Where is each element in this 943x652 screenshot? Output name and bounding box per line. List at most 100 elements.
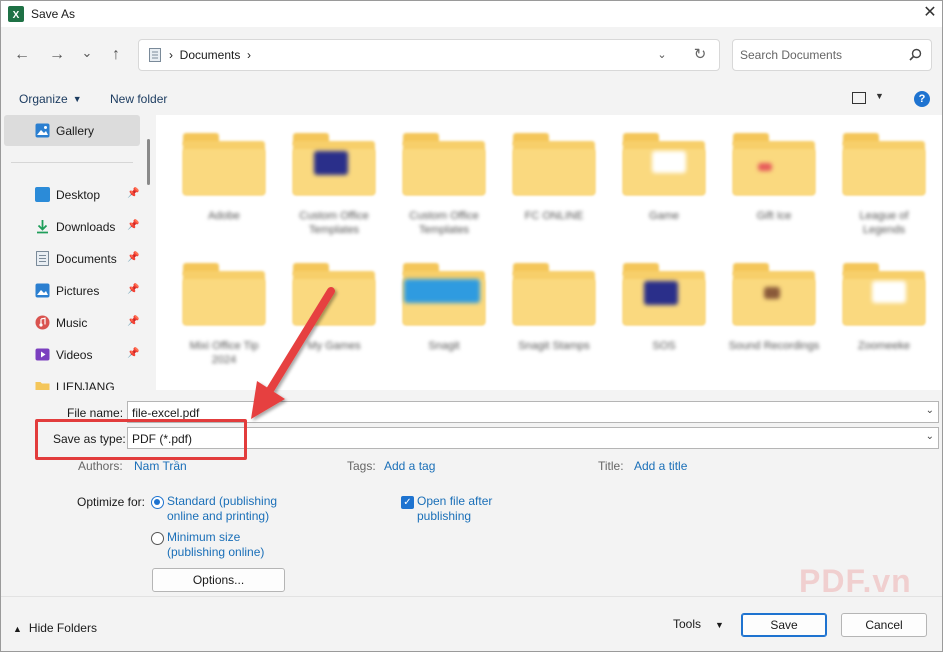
cancel-button[interactable]: Cancel bbox=[841, 613, 927, 637]
folder-item[interactable]: Mixi Office Tip 2024 bbox=[178, 259, 270, 379]
folder-thumbnail bbox=[404, 279, 480, 303]
svg-text:X: X bbox=[13, 10, 20, 21]
folder-item[interactable]: Game bbox=[618, 129, 710, 249]
back-arrow-icon[interactable]: ← bbox=[13, 46, 31, 64]
pin-icon[interactable]: 📌 bbox=[127, 220, 139, 231]
navigation-pane: Gallery Desktop 📌 Downloads 📌 Documents … bbox=[1, 115, 156, 390]
add-title-link[interactable]: Add a title bbox=[634, 459, 687, 473]
open-after-publishing-option[interactable]: Open file after publishing bbox=[417, 494, 492, 524]
optimize-minimum-option[interactable]: Minimum size (publishing online) bbox=[167, 530, 264, 560]
optimize-minimum-radio[interactable] bbox=[151, 532, 164, 545]
folder-thumbnail bbox=[758, 163, 772, 171]
forward-arrow-icon[interactable]: → bbox=[48, 46, 66, 64]
videos-icon bbox=[35, 348, 50, 361]
help-icon[interactable]: ? bbox=[914, 91, 930, 107]
folder-thumbnail bbox=[872, 281, 906, 303]
folder-item[interactable]: Custom Office Templates bbox=[288, 129, 380, 249]
optimize-standard-radio[interactable] bbox=[151, 496, 164, 509]
folder-item[interactable]: League of Legends bbox=[838, 129, 930, 249]
view-options-caret-icon[interactable]: ▼ bbox=[875, 91, 884, 101]
search-box[interactable] bbox=[732, 39, 932, 71]
file-name-value: file-excel.pdf bbox=[132, 406, 200, 420]
refresh-icon[interactable]: ↻ bbox=[691, 46, 709, 64]
file-name-input[interactable]: file-excel.pdf ⌄ bbox=[127, 401, 939, 423]
search-icon[interactable] bbox=[907, 47, 923, 63]
document-icon bbox=[36, 251, 49, 266]
folder-name: Game bbox=[649, 210, 679, 222]
gallery-icon bbox=[35, 123, 50, 138]
sidebar-item-label: Downloads bbox=[56, 220, 116, 234]
tools-label: Tools bbox=[673, 617, 702, 631]
folder-item[interactable]: Snagit Stamps bbox=[508, 259, 600, 379]
dialog-footer: ▲ Hide Folders Tools ▼ Save Cancel bbox=[1, 596, 942, 651]
sidebar-scrollbar[interactable] bbox=[147, 139, 150, 185]
folder-name: Custom Office Templates bbox=[409, 210, 479, 236]
navigation-bar: ← → ⌄ ↑ › Documents › ⌄ ↻ bbox=[1, 27, 942, 83]
view-layout-icon[interactable] bbox=[852, 92, 866, 104]
folder-name: Custom Office Templates bbox=[299, 210, 369, 236]
folder-name: Gift Ice bbox=[756, 210, 792, 222]
folder-name: SOS bbox=[652, 340, 676, 352]
file-list: Adobe Custom Office Templates Custom Offic… bbox=[156, 115, 942, 390]
folder-item[interactable]: Adobe bbox=[178, 129, 270, 249]
authors-value[interactable]: Nam Trần bbox=[134, 459, 187, 473]
tools-dropdown[interactable]: Tools ▼ bbox=[673, 617, 724, 631]
folder-name: Sound Recordings bbox=[728, 340, 820, 352]
address-bar[interactable]: › Documents › ⌄ ↻ bbox=[138, 39, 720, 71]
folder-name: Zoomeeke bbox=[858, 340, 910, 352]
add-tag-link[interactable]: Add a tag bbox=[384, 459, 435, 473]
pin-icon[interactable]: 📌 bbox=[127, 188, 139, 199]
excel-icon: X bbox=[8, 6, 24, 22]
folder-thumbnail bbox=[644, 281, 678, 305]
command-toolbar: Organize ▼ New folder ▼ ? bbox=[1, 83, 942, 115]
folder-item[interactable]: My Games bbox=[288, 259, 380, 379]
chevron-down-icon[interactable]: ⌄ bbox=[926, 405, 934, 416]
close-icon[interactable]: ✕ bbox=[921, 4, 939, 22]
option-line: (publishing online) bbox=[167, 545, 265, 559]
option-line: Open file after bbox=[417, 494, 493, 508]
pictures-icon bbox=[35, 283, 50, 298]
folder-icon bbox=[35, 382, 50, 390]
save-button[interactable]: Save bbox=[741, 613, 827, 637]
folder-item[interactable]: FC ONLINE bbox=[508, 129, 600, 249]
options-button[interactable]: Options... bbox=[152, 568, 285, 592]
file-name-label: File name: bbox=[67, 406, 124, 420]
new-folder-button[interactable]: New folder bbox=[110, 92, 167, 106]
authors-label: Authors: bbox=[78, 459, 123, 473]
title-label: Title: bbox=[598, 459, 624, 473]
folder-item[interactable]: Zoomeeke bbox=[838, 259, 930, 379]
option-line: publishing bbox=[417, 509, 472, 523]
organize-label: Organize bbox=[19, 92, 68, 106]
sidebar-item-label: Pictures bbox=[56, 284, 100, 298]
recent-locations-chevron-icon[interactable]: ⌄ bbox=[78, 44, 96, 62]
folder-name: FC ONLINE bbox=[524, 210, 584, 222]
folder-name: League of Legends bbox=[859, 210, 909, 236]
search-input[interactable] bbox=[740, 47, 900, 63]
folder-name: Snagit Stamps bbox=[518, 340, 590, 352]
open-after-publishing-checkbox[interactable]: ✓ bbox=[401, 496, 414, 509]
pin-icon[interactable]: 📌 bbox=[127, 348, 139, 359]
save-as-type-select[interactable]: PDF (*.pdf) ⌄ bbox=[127, 427, 939, 449]
sidebar-item-label: Music bbox=[56, 316, 88, 330]
folder-name: My Games bbox=[307, 340, 361, 352]
folder-item[interactable]: Custom Office Templates bbox=[398, 129, 490, 249]
pin-icon[interactable]: 📌 bbox=[127, 316, 139, 327]
pin-icon[interactable]: 📌 bbox=[127, 252, 139, 263]
folder-item[interactable]: Sound Recordings bbox=[728, 259, 820, 379]
hide-folders-button[interactable]: ▲ Hide Folders bbox=[13, 621, 97, 635]
folder-item[interactable]: Snagit bbox=[398, 259, 490, 379]
folder-name: Mixi Office Tip 2024 bbox=[189, 340, 259, 366]
optimize-standard-option[interactable]: Standard (publishing online and printing… bbox=[167, 494, 277, 524]
window-title: Save As bbox=[31, 7, 76, 21]
organize-button[interactable]: Organize ▼ bbox=[19, 92, 82, 106]
sidebar-divider bbox=[11, 162, 133, 163]
sidebar-item-gallery[interactable]: Gallery bbox=[4, 115, 140, 146]
folder-item[interactable]: SOS bbox=[618, 259, 710, 379]
address-dropdown-icon[interactable]: ⌄ bbox=[655, 47, 669, 63]
folder-thumbnail bbox=[764, 287, 780, 299]
up-arrow-icon[interactable]: ↑ bbox=[107, 46, 125, 64]
pin-icon[interactable]: 📌 bbox=[127, 284, 139, 295]
breadcrumb[interactable]: › Documents › bbox=[169, 48, 251, 62]
chevron-down-icon[interactable]: ⌄ bbox=[926, 431, 934, 442]
folder-item[interactable]: Gift Ice bbox=[728, 129, 820, 249]
